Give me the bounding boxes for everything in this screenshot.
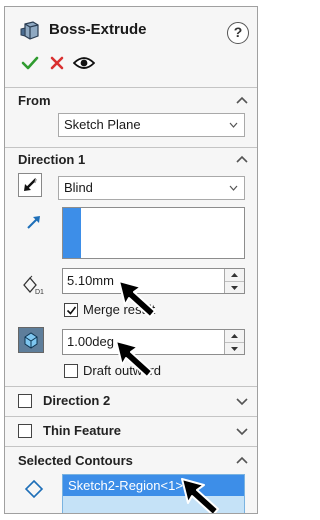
eye-icon[interactable]: [73, 56, 95, 70]
direction-vector-icon: [27, 216, 40, 229]
depth-icon: D1: [23, 275, 44, 295]
pointer-arrow-icon: [118, 280, 156, 318]
depth-spinner[interactable]: [224, 269, 244, 293]
chevron-down-icon[interactable]: [235, 394, 249, 408]
checkmark-icon: [66, 306, 77, 315]
direction2-checkbox[interactable]: [18, 394, 32, 408]
thin-feature-checkbox[interactable]: [18, 424, 32, 438]
reverse-direction-button[interactable]: [18, 173, 42, 197]
contour-selection-icon: [24, 479, 44, 499]
divider: [5, 386, 257, 387]
chevron-up-icon[interactable]: [235, 453, 249, 467]
spin-up-button[interactable]: [225, 269, 244, 281]
triangle-down-icon: [231, 346, 238, 351]
boss-extrude-icon: [20, 21, 39, 40]
from-dropdown[interactable]: Sketch Plane: [58, 113, 245, 137]
pointer-arrow-icon: [181, 478, 219, 513]
chevron-up-icon[interactable]: [235, 152, 249, 166]
spin-down-button[interactable]: [225, 281, 244, 293]
chevron-down-icon: [229, 185, 238, 191]
help-button[interactable]: ?: [227, 22, 249, 44]
selected-contours-header: Selected Contours: [18, 453, 133, 468]
triangle-up-icon: [231, 273, 238, 277]
selection-box-indicator: [63, 208, 81, 258]
from-dropdown-value: Sketch Plane: [64, 117, 141, 132]
draft-angle-value: 1.00deg: [67, 334, 114, 349]
draft-toggle-button[interactable]: [18, 327, 44, 353]
pointer-arrow-icon: [115, 340, 153, 378]
triangle-down-icon: [231, 285, 238, 290]
spin-down-button[interactable]: [225, 342, 244, 354]
x-icon[interactable]: [49, 55, 65, 71]
divider: [5, 446, 257, 447]
reverse-direction-icon: [24, 178, 37, 191]
draft-icon: [24, 332, 38, 349]
end-condition-dropdown[interactable]: Blind: [58, 176, 245, 200]
divider: [5, 416, 257, 417]
triangle-up-icon: [231, 334, 238, 338]
merge-result-checkbox[interactable]: [64, 303, 78, 317]
direction1-header: Direction 1: [18, 152, 86, 167]
check-icon[interactable]: [21, 55, 39, 71]
end-condition-value: Blind: [64, 180, 93, 195]
panel-title: Boss-Extrude: [49, 21, 147, 38]
svg-text:D1: D1: [35, 289, 44, 295]
divider: [5, 87, 257, 88]
divider: [5, 147, 257, 148]
property-manager-panel: Boss-Extrude ? From Sketch Plane Directi…: [4, 6, 258, 514]
chevron-up-icon[interactable]: [235, 93, 249, 107]
spin-up-button[interactable]: [225, 330, 244, 342]
chevron-down-icon: [229, 122, 238, 128]
from-header: From: [18, 93, 51, 108]
direction-selection-box[interactable]: [62, 207, 245, 259]
direction2-header: Direction 2: [43, 393, 111, 408]
thin-feature-header: Thin Feature: [43, 423, 122, 438]
chevron-down-icon[interactable]: [235, 424, 249, 438]
draft-outward-checkbox[interactable]: [64, 364, 78, 378]
depth-value: 5.10mm: [67, 273, 114, 288]
draft-angle-spinner[interactable]: [224, 330, 244, 354]
